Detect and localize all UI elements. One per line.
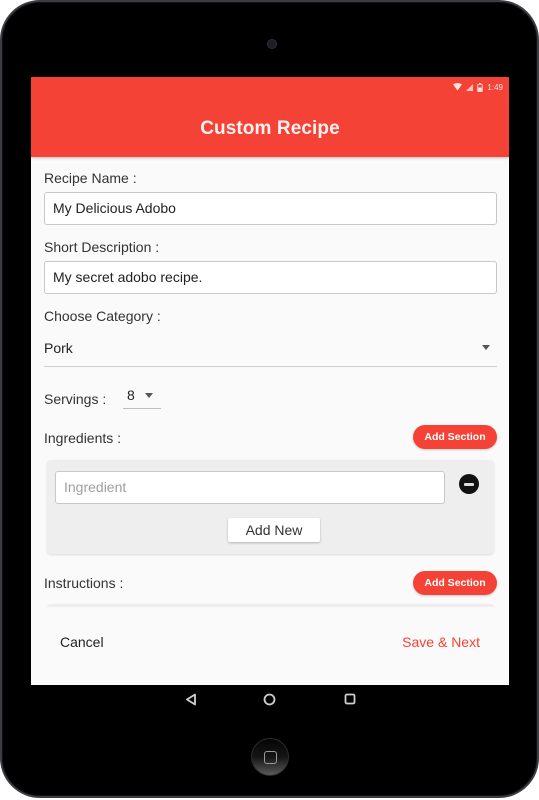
ingredient-input[interactable]: Ingredient (55, 471, 445, 504)
ingredients-add-section-button[interactable]: Add Section (413, 425, 497, 449)
status-time: 1:49 (487, 82, 503, 92)
dropdown-caret-icon (482, 345, 490, 350)
remove-ingredient-button[interactable] (459, 474, 479, 494)
front-camera (267, 39, 277, 49)
recipe-name-label: Recipe Name : (44, 170, 137, 186)
app-screen: 1:49 Custom Recipe Recipe Name : My Deli… (31, 77, 509, 685)
servings-label: Servings : (44, 391, 107, 407)
battery-icon (477, 82, 484, 92)
status-bar: 1:49 (453, 80, 503, 94)
square-icon (263, 750, 277, 764)
hardware-home-button[interactable] (251, 738, 289, 776)
short-description-input[interactable]: My secret adobo recipe. (44, 261, 497, 294)
category-select[interactable]: Pork (44, 329, 497, 367)
instructions-label: Instructions : (44, 575, 124, 591)
short-description-label: Short Description : (44, 239, 160, 255)
recipe-name-input[interactable]: My Delicious Adobo (44, 192, 497, 225)
instructions-add-section-button[interactable]: Add Section (413, 571, 497, 595)
app-bar: 1:49 Custom Recipe (31, 77, 509, 157)
servings-selected-value: 8 (127, 387, 135, 403)
back-icon[interactable] (185, 693, 197, 706)
wifi-icon (453, 83, 463, 91)
page-title: Custom Recipe (200, 118, 340, 139)
recents-icon[interactable] (344, 693, 356, 705)
home-icon[interactable] (263, 693, 276, 706)
add-new-ingredient-button[interactable]: Add New (228, 518, 320, 542)
signal-icon (466, 83, 474, 91)
minus-circle-icon (464, 482, 474, 486)
category-label: Choose Category : (44, 308, 161, 324)
category-selected-value: Pork (44, 339, 73, 356)
servings-select[interactable]: 8 (123, 382, 161, 409)
ingredients-section: Ingredient Add New (47, 460, 494, 554)
save-next-button[interactable]: Save & Next (402, 634, 480, 650)
system-navigation-bar (0, 688, 539, 712)
dropdown-caret-icon (144, 392, 153, 398)
ingredients-label: Ingredients : (44, 430, 122, 446)
cancel-button[interactable]: Cancel (60, 634, 104, 650)
dialog-footer: Cancel Save & Next (31, 607, 509, 685)
